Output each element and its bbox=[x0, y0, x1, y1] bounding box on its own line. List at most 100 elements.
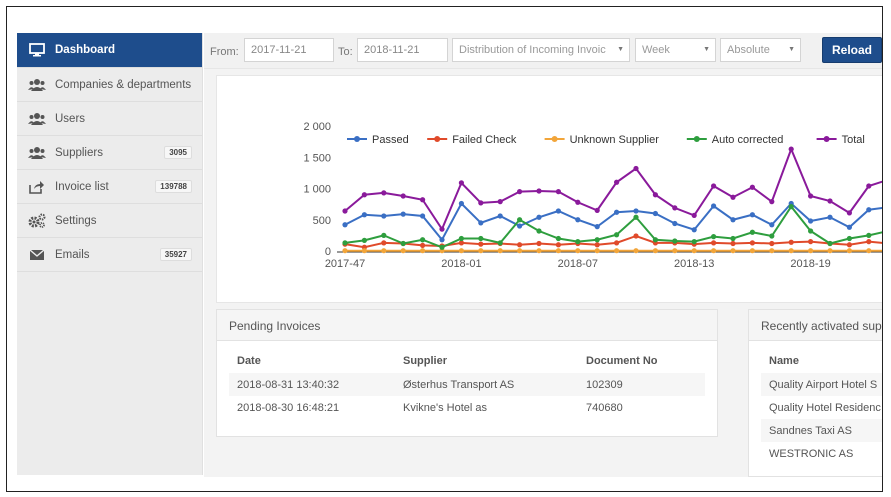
sidebar-item-users[interactable]: Users bbox=[17, 102, 202, 136]
data-point bbox=[594, 207, 600, 213]
data-point bbox=[827, 198, 833, 204]
chevron-down-icon: ▼ bbox=[788, 46, 795, 53]
table-row[interactable]: 2018-08-31 13:40:32 Østerhus Transport A… bbox=[229, 373, 705, 396]
select-value: Distribution of Incoming Invoic bbox=[459, 44, 606, 56]
legend-label: Unknown Supplier bbox=[570, 134, 660, 146]
mode-select[interactable]: Absolute ▼ bbox=[720, 38, 801, 62]
data-point bbox=[633, 233, 639, 239]
reload-button[interactable]: Reload bbox=[822, 37, 882, 63]
data-point bbox=[808, 228, 814, 234]
share-icon bbox=[27, 179, 47, 195]
data-point bbox=[458, 200, 464, 207]
data-point bbox=[497, 248, 503, 254]
data-point bbox=[711, 234, 717, 240]
column-header: Name bbox=[769, 355, 799, 367]
sidebar-item-invoice-list[interactable]: Invoice list 139788 bbox=[17, 170, 202, 204]
column-header: Supplier bbox=[403, 355, 448, 367]
chart-panel: 0 500 1 000 1 500 2 000 2017-47 2018-01 2018-07… bbox=[216, 75, 882, 303]
from-date-input[interactable]: 2017-11-21 bbox=[244, 38, 334, 62]
data-point bbox=[439, 226, 445, 232]
legend-label: Auto corrected bbox=[712, 134, 784, 146]
data-point bbox=[361, 212, 367, 218]
table-row[interactable]: Sandnes Taxi AS bbox=[761, 419, 882, 442]
data-point bbox=[536, 240, 542, 247]
table-row[interactable]: 2018-08-30 16:48:21 Kvikne's Hotel as 74… bbox=[229, 396, 705, 419]
table-cell: Quality Hotel Residenc bbox=[769, 401, 881, 414]
data-point bbox=[711, 203, 717, 209]
report-type-select[interactable]: Distribution of Incoming Invoic ▼ bbox=[452, 38, 630, 62]
data-point bbox=[497, 213, 503, 219]
sidebar-item-suppliers[interactable]: Suppliers 3095 bbox=[17, 136, 202, 170]
data-point bbox=[730, 194, 736, 200]
data-point bbox=[517, 242, 523, 248]
x-tick-label: 2018-01 bbox=[441, 258, 481, 270]
chevron-down-icon: ▼ bbox=[703, 46, 710, 53]
sidebar-item-settings[interactable]: Settings bbox=[17, 204, 202, 238]
main-content: From: 2017-11-21 To: 2018-11-21 Distribu… bbox=[204, 33, 882, 477]
sidebar-item-companies[interactable]: Companies & departments bbox=[17, 68, 202, 102]
data-point bbox=[478, 241, 484, 247]
data-point bbox=[614, 232, 620, 238]
table-cell: WESTRONIC AS bbox=[769, 447, 854, 460]
data-point bbox=[575, 217, 581, 223]
sidebar-item-dashboard[interactable]: Dashboard bbox=[17, 33, 202, 68]
column-header: Date bbox=[237, 355, 261, 367]
data-point bbox=[361, 192, 367, 198]
recent-suppliers-table: Name Quality Airport Hotel S Quality Hot… bbox=[761, 349, 882, 465]
data-point bbox=[827, 240, 833, 247]
sidebar-item-label: Emails bbox=[55, 248, 90, 261]
filter-toolbar: From: 2017-11-21 To: 2018-11-21 Distribu… bbox=[204, 33, 882, 69]
table-row[interactable]: Quality Airport Hotel S bbox=[761, 373, 882, 396]
data-point bbox=[458, 235, 464, 242]
table-cell: Sandnes Taxi AS bbox=[761, 419, 882, 442]
data-point bbox=[846, 210, 853, 216]
data-point bbox=[691, 212, 697, 218]
data-point bbox=[420, 197, 426, 203]
data-point bbox=[420, 248, 426, 254]
data-point bbox=[633, 165, 639, 172]
table-row[interactable]: WESTRONIC AS bbox=[761, 442, 882, 465]
data-point bbox=[614, 248, 620, 254]
table-cell: 102309 bbox=[578, 373, 705, 396]
column-header: Document No bbox=[586, 355, 658, 367]
data-point bbox=[808, 248, 814, 254]
data-point bbox=[652, 237, 658, 243]
period-select[interactable]: Week ▼ bbox=[635, 38, 716, 62]
count-badge: 35927 bbox=[159, 248, 192, 261]
y-tick-label: 0 bbox=[325, 246, 331, 258]
data-point bbox=[633, 214, 639, 220]
table-row[interactable]: Quality Hotel Residenc bbox=[761, 396, 882, 419]
series-line bbox=[344, 146, 882, 232]
legend-marker bbox=[354, 136, 360, 142]
data-point bbox=[633, 248, 639, 254]
to-date-input[interactable]: 2018-11-21 bbox=[357, 38, 448, 62]
y-tick-label: 1 500 bbox=[303, 152, 331, 164]
sidebar-item-label: Dashboard bbox=[55, 44, 116, 56]
select-value: Week bbox=[642, 44, 670, 56]
data-point bbox=[420, 237, 426, 243]
sidebar-item-label: Settings bbox=[55, 214, 97, 227]
table-cell: 2018-08-30 16:48:21 bbox=[237, 401, 340, 414]
data-point bbox=[381, 248, 387, 254]
data-point bbox=[711, 248, 717, 254]
sidebar-item-label: Users bbox=[55, 112, 86, 125]
table-cell: Kvikne's Hotel as bbox=[403, 401, 488, 414]
data-point bbox=[420, 213, 426, 219]
data-point bbox=[808, 239, 814, 245]
data-point bbox=[439, 237, 445, 243]
legend-marker bbox=[693, 136, 700, 142]
data-point bbox=[652, 248, 658, 254]
data-point bbox=[846, 248, 853, 254]
pending-invoices-table: Date Supplier Document No 2018-08-31 13:… bbox=[229, 349, 705, 419]
data-point bbox=[846, 242, 853, 248]
to-label: To: bbox=[338, 46, 353, 58]
data-point bbox=[691, 227, 697, 233]
data-point bbox=[846, 224, 853, 230]
count-badge: 139788 bbox=[155, 180, 192, 193]
data-point bbox=[788, 248, 794, 254]
legend-label: Failed Check bbox=[452, 134, 517, 146]
sidebar: Dashboard Companies & departments Users … bbox=[17, 33, 203, 475]
sidebar-item-emails[interactable]: Emails 35927 bbox=[17, 238, 202, 272]
data-point bbox=[672, 248, 678, 254]
data-point bbox=[769, 199, 775, 205]
